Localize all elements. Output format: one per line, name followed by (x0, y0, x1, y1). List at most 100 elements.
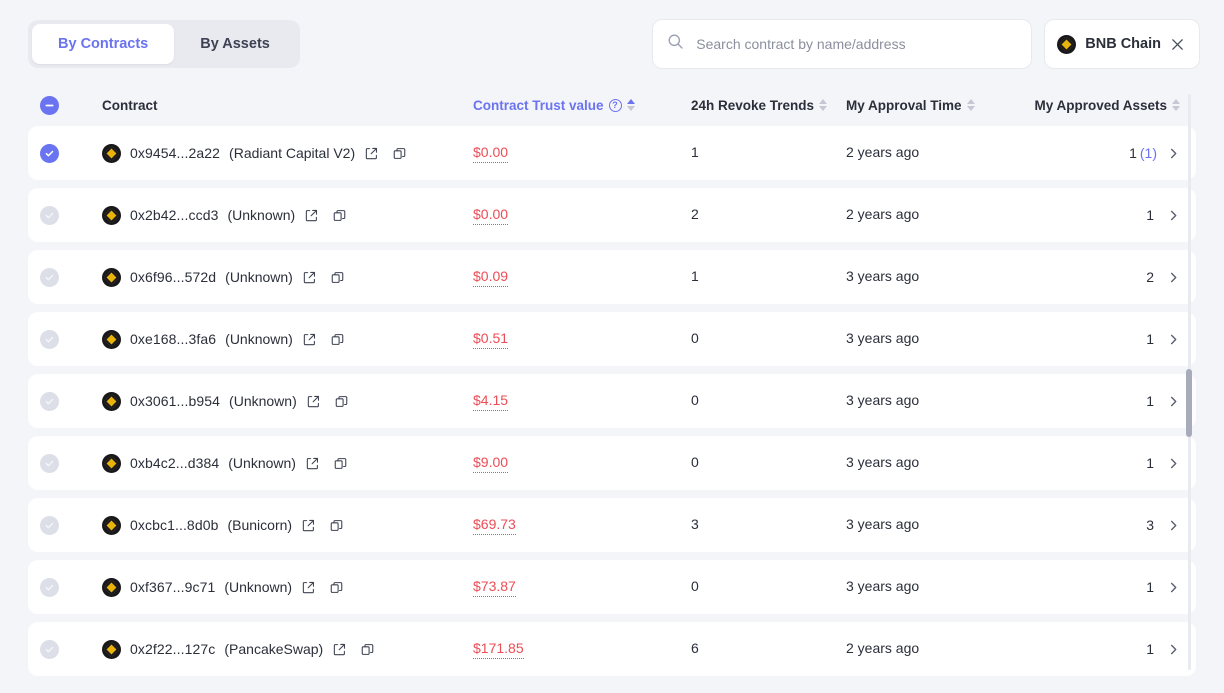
row-approved-assets-cell[interactable]: 1 (1008, 641, 1180, 657)
row-contract-address: 0xf367...9c71 (130, 579, 216, 595)
copy-icon[interactable] (360, 642, 375, 657)
copy-icon[interactable] (333, 456, 348, 471)
row-approved-assets-extra: (1) (1139, 145, 1157, 161)
copy-icon[interactable] (329, 580, 344, 595)
row-trust-value[interactable]: $73.87 (473, 578, 516, 597)
row-approved-assets-cell[interactable]: 1 (1008, 393, 1180, 409)
header-trust[interactable]: Contract Trust value ? (473, 98, 691, 113)
chevron-right-icon[interactable] (1167, 395, 1180, 408)
row-approval-time-value: 3 years ago (846, 268, 920, 284)
row-trust-value[interactable]: $4.15 (473, 392, 509, 411)
copy-icon[interactable] (334, 394, 349, 409)
chevron-right-icon[interactable] (1167, 457, 1180, 470)
row-revoke-cell: 6 (691, 640, 846, 658)
header-approval-time-sort[interactable]: My Approval Time (846, 98, 1008, 113)
chevron-right-icon[interactable] (1167, 333, 1180, 346)
table-row[interactable]: 0xe168...3fa6 (Unknown) $0.51 0 3 years ago 1 (28, 312, 1196, 366)
header-approved-assets[interactable]: My Approved Assets (1008, 98, 1180, 113)
chevron-right-icon[interactable] (1167, 643, 1180, 656)
tab-by-assets[interactable]: By Assets (174, 24, 296, 64)
row-checkbox[interactable] (40, 329, 59, 349)
external-link-icon[interactable] (301, 580, 316, 595)
header-revoke[interactable]: 24h Revoke Trends (691, 98, 846, 113)
row-approved-assets-value: 3 (1146, 517, 1154, 533)
table-row[interactable]: 0xb4c2...d384 (Unknown) $9.00 0 3 years ago 1 (28, 436, 1196, 490)
row-approved-assets-cell[interactable]: 1 (1008, 455, 1180, 471)
chevron-right-icon[interactable] (1167, 581, 1180, 594)
scrollbar-thumb[interactable] (1186, 369, 1192, 437)
row-contract-name: (PancakeSwap) (224, 641, 324, 657)
header-trust-sort[interactable]: Contract Trust value ? (473, 98, 691, 113)
copy-icon[interactable] (329, 518, 344, 533)
copy-icon[interactable] (330, 270, 345, 285)
row-trust-value[interactable]: $0.09 (473, 268, 509, 287)
row-trust-value[interactable]: $9.00 (473, 454, 509, 473)
chevron-right-icon[interactable] (1167, 519, 1180, 532)
row-checkbox[interactable] (40, 577, 59, 597)
row-revoke-value: 6 (691, 640, 699, 656)
row-approved-assets-value: 1 (1146, 207, 1154, 223)
row-trust-value[interactable]: $0.00 (473, 144, 509, 163)
row-approved-assets-cell[interactable]: 3 (1008, 517, 1180, 533)
table-scrollbar[interactable] (1186, 94, 1192, 670)
row-checkbox[interactable] (40, 143, 59, 163)
copy-icon[interactable] (330, 332, 345, 347)
help-icon[interactable]: ? (608, 98, 622, 112)
row-checkbox[interactable] (40, 453, 59, 473)
row-checkbox[interactable] (40, 391, 59, 411)
external-link-icon[interactable] (364, 146, 379, 161)
copy-icon[interactable] (332, 208, 347, 223)
table-row[interactable]: 0x6f96...572d (Unknown) $0.09 1 3 years ago 2 (28, 250, 1196, 304)
chevron-right-icon[interactable] (1167, 209, 1180, 222)
chain-filter-chip[interactable]: BNB Chain (1044, 19, 1200, 69)
select-all-checkbox[interactable] (40, 95, 59, 115)
tab-by-assets-label: By Assets (200, 36, 270, 52)
row-trust-value[interactable]: $171.85 (473, 640, 524, 659)
row-checkbox[interactable] (40, 267, 59, 287)
header-revoke-sort[interactable]: 24h Revoke Trends (691, 98, 846, 113)
header-approval-time[interactable]: My Approval Time (846, 98, 1008, 113)
table-row[interactable]: 0xf367...9c71 (Unknown) $73.87 0 3 years ago… (28, 560, 1196, 614)
table-row[interactable]: 0x2b42...ccd3 (Unknown) $0.00 2 2 years ago 1 (28, 188, 1196, 242)
external-link-icon[interactable] (302, 332, 317, 347)
row-trust-value[interactable]: $0.00 (473, 206, 509, 225)
table-row[interactable]: 0x3061...b954 (Unknown) $4.15 0 3 years ago 1 (28, 374, 1196, 428)
row-select-cell (40, 453, 102, 473)
row-contract-name: (Unknown) (225, 269, 293, 285)
external-link-icon[interactable] (305, 456, 320, 471)
row-checkbox[interactable] (40, 205, 59, 225)
row-select-cell (40, 205, 102, 225)
external-link-icon[interactable] (306, 394, 321, 409)
copy-icon[interactable] (392, 146, 407, 161)
row-checkbox[interactable] (40, 639, 59, 659)
table-row[interactable]: 0x9454...2a22 (Radiant Capital V2) $0.00 1 2… (28, 126, 1196, 180)
row-approved-assets-cell[interactable]: 2 (1008, 269, 1180, 285)
row-approval-time-cell: 3 years ago (846, 330, 1008, 348)
chevron-right-icon[interactable] (1167, 147, 1180, 160)
row-approved-assets-cell[interactable]: 1 (1) (1008, 145, 1180, 161)
chevron-right-icon[interactable] (1167, 271, 1180, 284)
search-input[interactable] (696, 36, 1018, 52)
tab-by-contracts[interactable]: By Contracts (32, 24, 175, 64)
row-trust-value[interactable]: $69.73 (473, 516, 516, 535)
table-body: 0x9454...2a22 (Radiant Capital V2) $0.00 1 2… (28, 126, 1196, 684)
close-icon[interactable] (1170, 37, 1185, 52)
external-link-icon[interactable] (304, 208, 319, 223)
row-approval-time-value: 3 years ago (846, 392, 920, 408)
row-trust-value[interactable]: $0.51 (473, 330, 509, 349)
row-approval-time-value: 2 years ago (846, 144, 920, 160)
table-row[interactable]: 0xcbc1...8d0b (Bunicorn) $69.73 3 3 years ag… (28, 498, 1196, 552)
table-row[interactable]: 0x2f22...127c (PancakeSwap) $171.85 6 2 year… (28, 622, 1196, 676)
external-link-icon[interactable] (302, 270, 317, 285)
external-link-icon[interactable] (301, 518, 316, 533)
search-bar[interactable] (652, 19, 1033, 69)
row-approved-assets-cell[interactable]: 1 (1008, 207, 1180, 223)
external-link-icon[interactable] (332, 642, 347, 657)
row-approval-time-value: 3 years ago (846, 330, 920, 346)
row-approved-assets-cell[interactable]: 1 (1008, 331, 1180, 347)
header-approved-assets-sort[interactable]: My Approved Assets (1034, 98, 1180, 113)
row-approval-time-value: 2 years ago (846, 206, 920, 222)
row-approved-assets-cell[interactable]: 1 (1008, 579, 1180, 595)
row-checkbox[interactable] (40, 515, 59, 535)
row-trust-cell: $73.87 (473, 578, 691, 597)
